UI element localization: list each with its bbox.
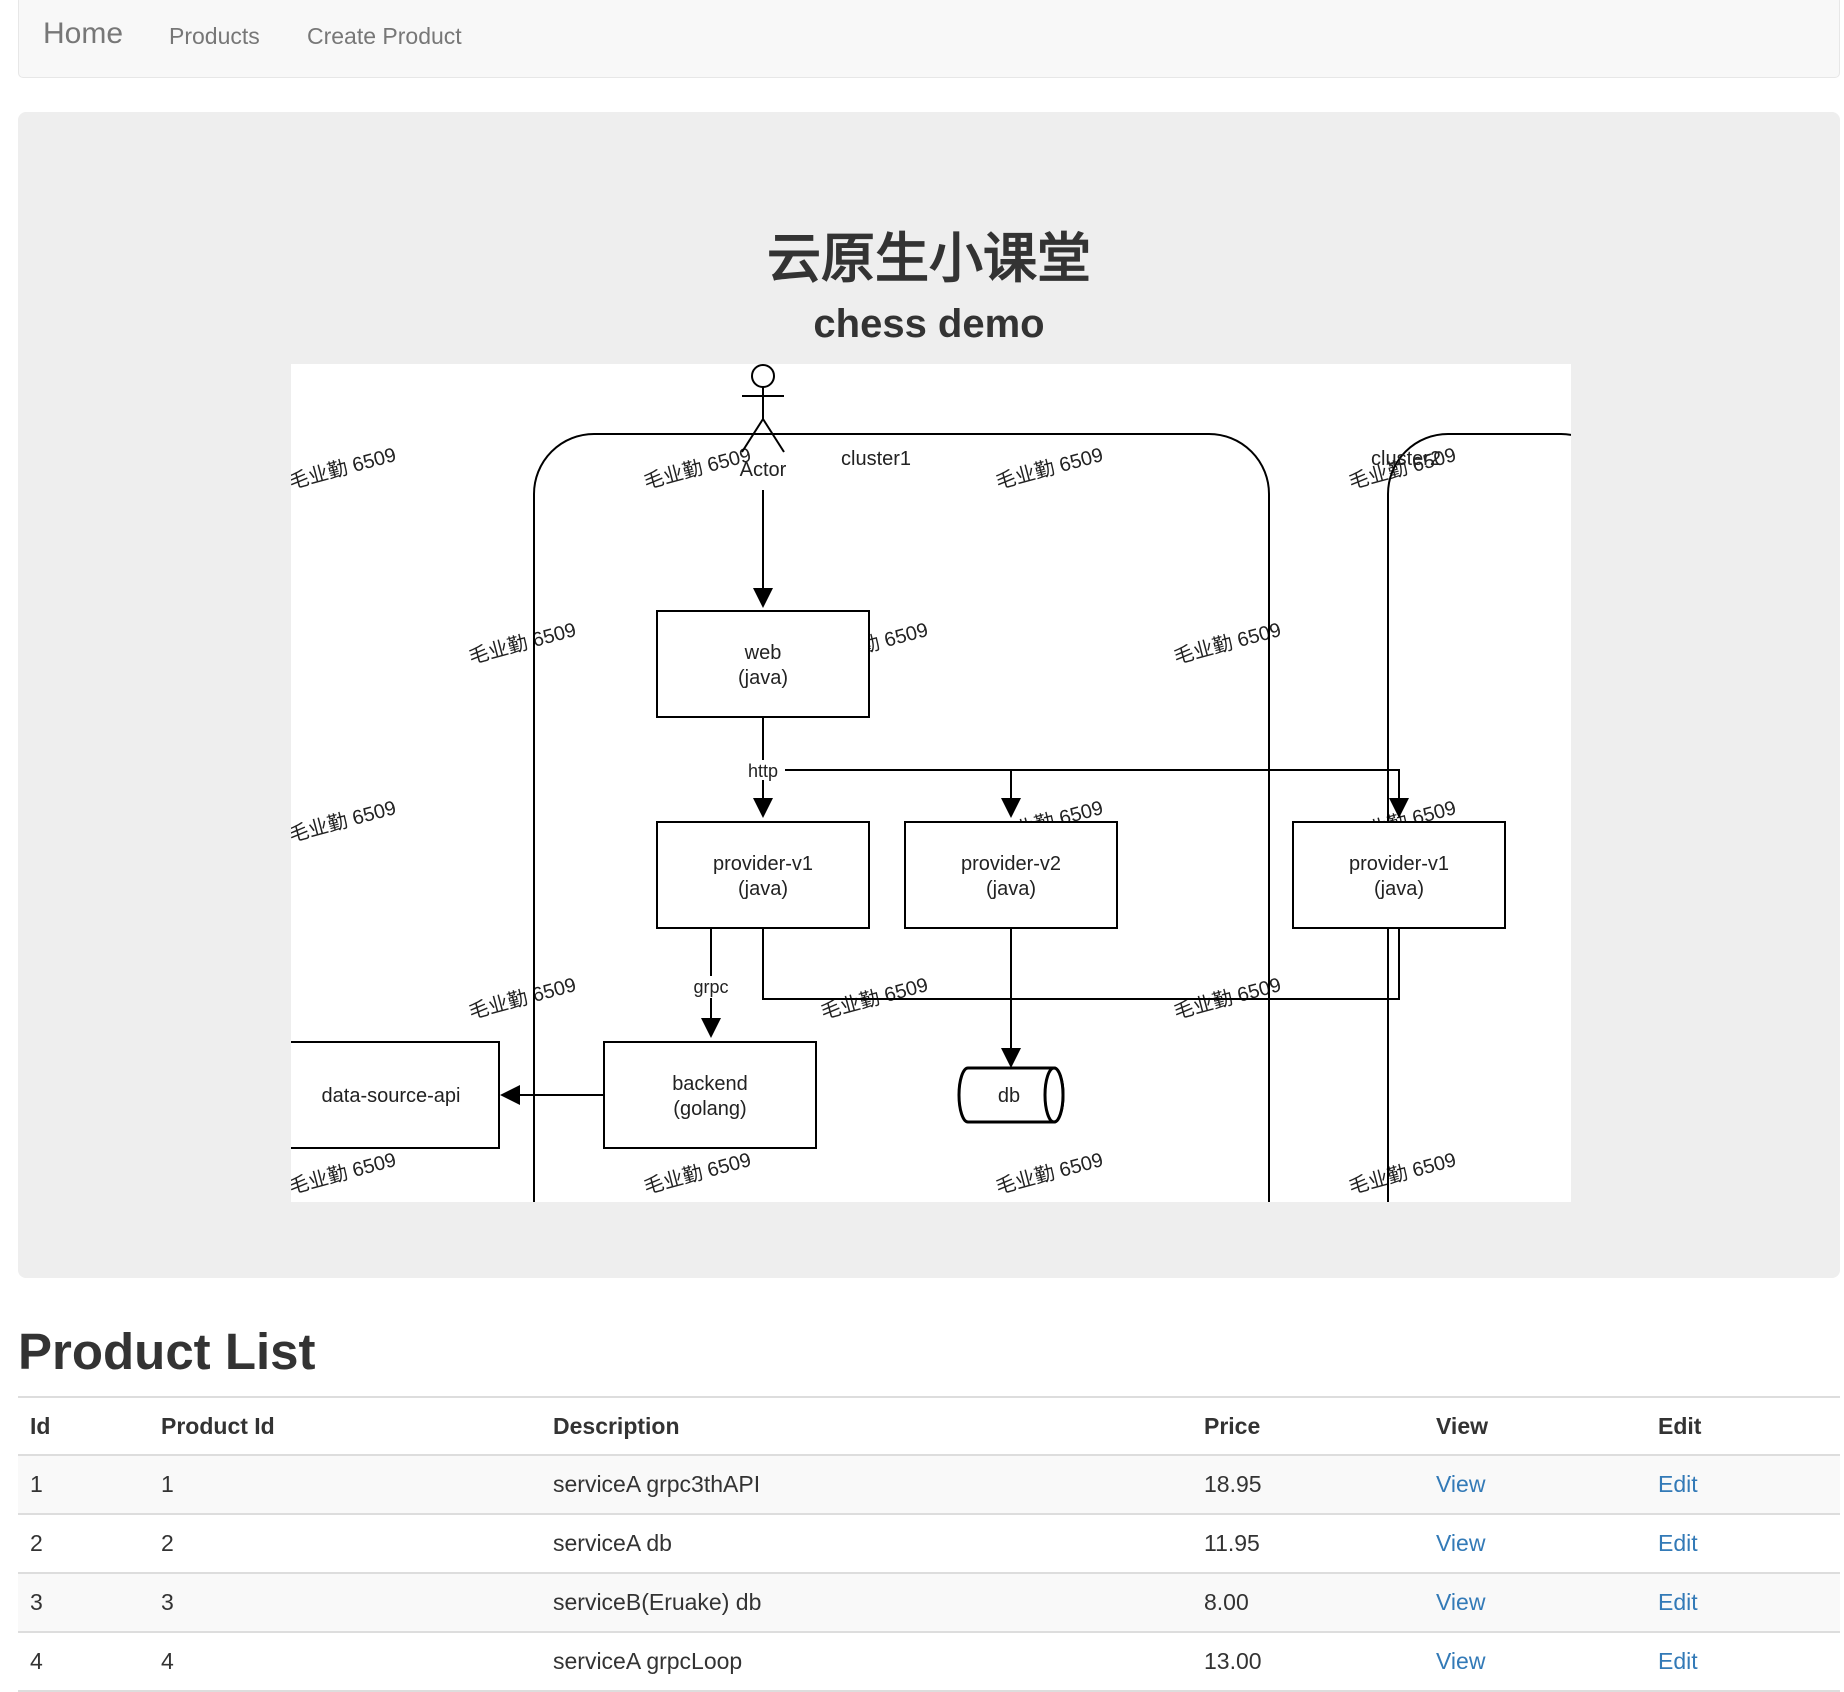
actor-icon <box>741 364 785 453</box>
watermark: 毛业勤 6509 <box>993 1148 1105 1199</box>
cell-description: serviceA db <box>541 1513 1192 1573</box>
column-header-description: Description <box>541 1396 1192 1456</box>
view-link[interactable]: View <box>1436 1530 1485 1556</box>
architecture-diagram: 毛业勤 6509 毛业勤 6509 毛业勤 6509 毛业勤 6509 毛业勤 … <box>291 364 1571 1202</box>
nav-link-products[interactable]: Products <box>169 23 260 50</box>
cell-id: 4 <box>18 1631 149 1692</box>
cell-product-id: 2 <box>149 1513 541 1573</box>
view-link[interactable]: View <box>1436 1589 1485 1615</box>
node-data-source-api: data-source-api <box>291 1041 500 1149</box>
cell-description: serviceA grpcLoop <box>541 1631 1192 1692</box>
view-link[interactable]: View <box>1436 1471 1485 1497</box>
nav-brand-home[interactable]: Home <box>43 17 123 51</box>
product-list-title: Product List <box>18 1323 316 1380</box>
svg-text:(java): (java) <box>738 667 788 689</box>
cell-price: 8.00 <box>1192 1572 1424 1632</box>
node-backend: backend (golang) <box>603 1041 817 1149</box>
svg-text:db: db <box>998 1085 1020 1107</box>
edit-link[interactable]: Edit <box>1658 1648 1698 1674</box>
node-provider-v1: provider-v1 (java) <box>656 821 870 929</box>
svg-text:data-source-api: data-source-api <box>322 1085 461 1107</box>
edit-link[interactable]: Edit <box>1658 1530 1698 1556</box>
cluster2-label: cluster2 <box>1371 448 1441 470</box>
watermark: 毛业勤 6509 <box>1346 1148 1458 1199</box>
node-web: web (java) <box>656 610 870 718</box>
watermark: 毛业勤 6509 <box>466 618 578 669</box>
svg-text:provider-v1: provider-v1 <box>1349 853 1449 875</box>
cell-description: serviceB(Eruake) db <box>541 1572 1192 1632</box>
actor-label: Actor <box>740 459 787 481</box>
edit-link[interactable]: Edit <box>1658 1471 1698 1497</box>
watermark: 毛业勤 6509 <box>291 443 399 494</box>
page-subtitle: chess demo <box>813 302 1045 346</box>
column-header-view: View <box>1424 1396 1646 1456</box>
node-provider-v1-cluster2: provider-v1 (java) <box>1292 821 1506 929</box>
cell-description: serviceA grpc3thAPI <box>541 1454 1192 1514</box>
watermark: 毛业勤 6509 <box>291 796 399 847</box>
watermark: 毛业勤 6509 <box>466 973 578 1024</box>
node-provider-v2: provider-v2 (java) <box>904 821 1118 929</box>
watermark: 毛业勤 6509 <box>993 443 1105 494</box>
table-row: 3 3 serviceB(Eruake) db 8.00 View Edit <box>18 1572 1840 1632</box>
jumbotron: 云原生小课堂 chess demo 毛业勤 6509 毛业勤 6509 毛业勤 … <box>18 112 1840 1278</box>
svg-text:web: web <box>744 642 782 664</box>
column-header-id: Id <box>18 1396 149 1456</box>
cell-price: 18.95 <box>1192 1454 1424 1514</box>
view-link[interactable]: View <box>1436 1648 1485 1674</box>
cell-price: 13.00 <box>1192 1631 1424 1692</box>
svg-text:(java): (java) <box>738 878 788 900</box>
table-row: 2 2 serviceA db 11.95 View Edit <box>18 1513 1840 1573</box>
cell-product-id: 3 <box>149 1572 541 1632</box>
cell-id: 1 <box>18 1454 149 1514</box>
column-header-edit: Edit <box>1646 1396 1840 1456</box>
column-header-price: Price <box>1192 1396 1424 1456</box>
edge-label-grpc: grpc <box>693 977 728 997</box>
cell-id: 3 <box>18 1572 149 1632</box>
cell-price: 11.95 <box>1192 1513 1424 1573</box>
table-row: 1 1 serviceA grpc3thAPI 18.95 View Edit <box>18 1454 1840 1514</box>
navbar: Home Products Create Product <box>18 0 1840 78</box>
cell-id: 2 <box>18 1513 149 1573</box>
svg-text:provider-v1: provider-v1 <box>713 853 813 875</box>
diagram-edges <box>500 490 1409 1105</box>
svg-text:(java): (java) <box>1374 878 1424 900</box>
svg-text:(golang): (golang) <box>673 1098 746 1120</box>
page-title: 云原生小课堂 <box>767 227 1091 290</box>
svg-text:provider-v2: provider-v2 <box>961 853 1061 875</box>
nav-link-create-product[interactable]: Create Product <box>307 23 462 50</box>
watermark: 毛业勤 6509 <box>641 1148 753 1199</box>
column-header-product-id: Product Id <box>149 1396 541 1456</box>
watermark: 毛业勤 6509 <box>291 1148 399 1199</box>
table-row: 4 4 serviceA grpcLoop 13.00 View Edit <box>18 1631 1840 1692</box>
table-header-row: Id Product Id Description Price View Edi… <box>18 1396 1840 1456</box>
edit-link[interactable]: Edit <box>1658 1589 1698 1615</box>
diagram-svg: 毛业勤 6509 毛业勤 6509 毛业勤 6509 毛业勤 6509 毛业勤 … <box>291 364 1571 1202</box>
cluster1-label: cluster1 <box>841 448 911 470</box>
product-table: Id Product Id Description Price View Edi… <box>18 1396 1840 1692</box>
cell-product-id: 1 <box>149 1454 541 1514</box>
watermark: 毛业勤 6509 <box>641 443 753 494</box>
edge-label-http: http <box>748 761 778 781</box>
cell-product-id: 4 <box>149 1631 541 1692</box>
svg-text:(java): (java) <box>986 878 1036 900</box>
node-db: db <box>957 1066 1065 1124</box>
svg-text:backend: backend <box>672 1073 748 1095</box>
watermark: 毛业勤 6509 <box>1171 618 1283 669</box>
